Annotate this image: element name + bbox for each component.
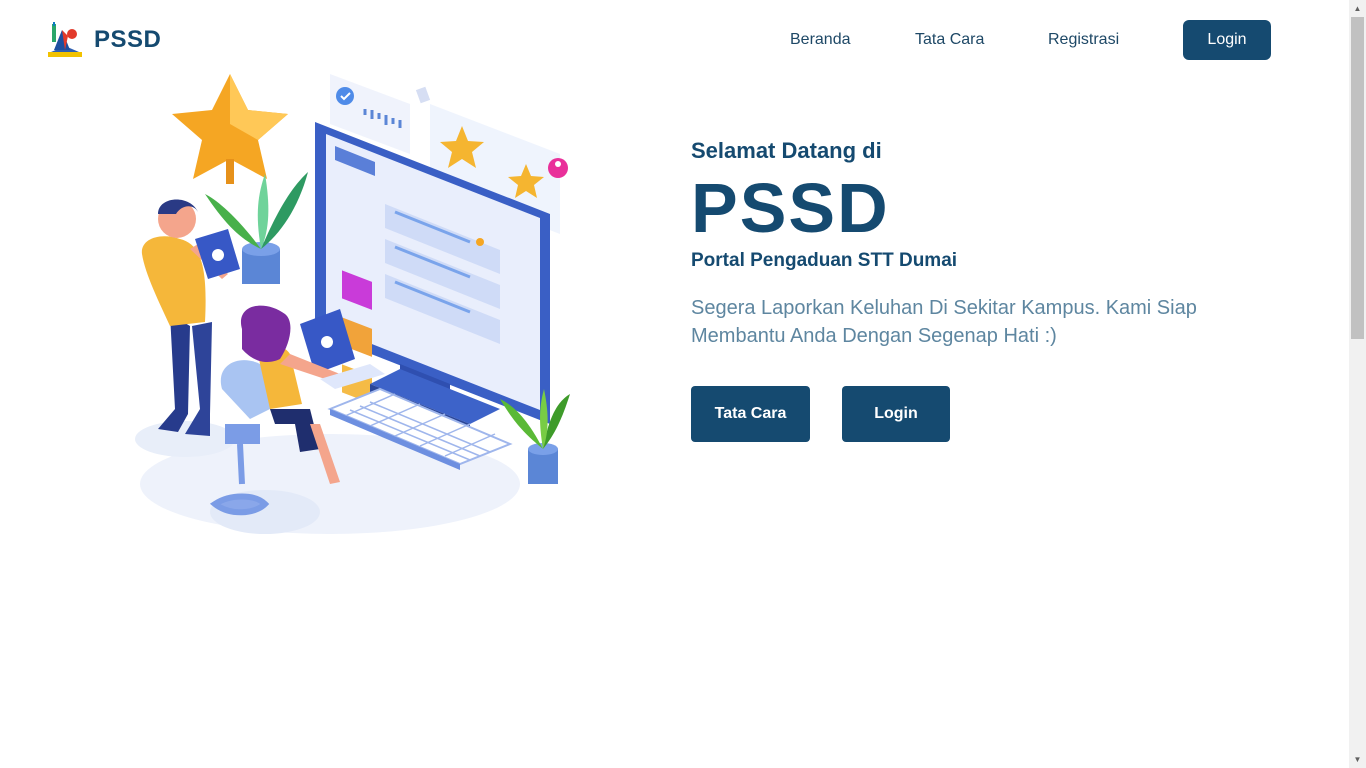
top-nav: Beranda Tata Cara Registrasi Login [0, 20, 1366, 60]
scroll-up-arrow-icon[interactable]: ▲ [1349, 0, 1366, 17]
hero-description: Segera Laporkan Keluhan Di Sekitar Kampu… [691, 297, 1197, 347]
nav-login-button[interactable]: Login [1183, 20, 1271, 60]
hero-subtitle: Portal Pengaduan STT Dumai [691, 250, 958, 271]
nav-link-tata-cara[interactable]: Tata Cara [915, 31, 984, 49]
scroll-down-arrow-icon[interactable]: ▼ [1349, 751, 1366, 768]
nav-link-beranda[interactable]: Beranda [790, 31, 851, 49]
hero-title: PSSD [691, 169, 890, 247]
login-button[interactable]: Login [842, 386, 950, 442]
nav-link-registrasi[interactable]: Registrasi [1048, 31, 1119, 49]
hero-illustration [135, 74, 570, 534]
hero-greeting: Selamat Datang di [691, 138, 882, 163]
scrollbar-thumb[interactable] [1351, 17, 1364, 339]
vertical-scrollbar[interactable]: ▲ ▼ [1349, 0, 1366, 768]
hero-section: Selamat Datang di PSSD Portal Pengaduan … [691, 138, 1251, 350]
tata-cara-button[interactable]: Tata Cara [691, 386, 810, 442]
